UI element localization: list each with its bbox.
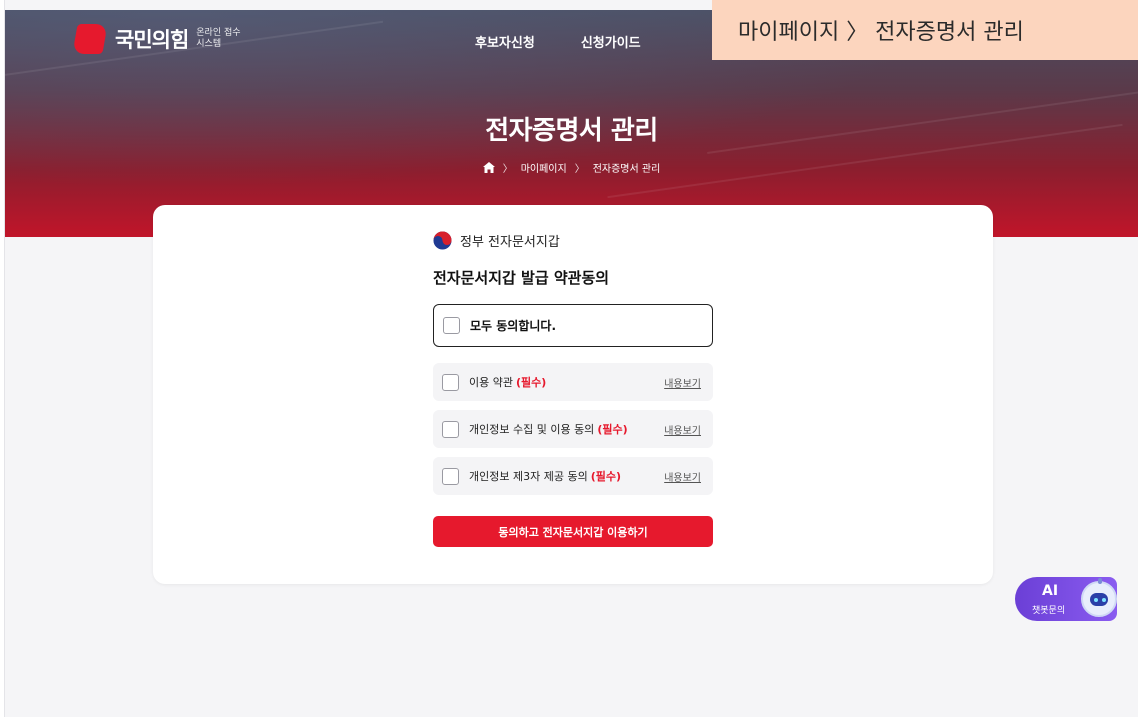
- chatbot-title: AI: [1042, 583, 1059, 599]
- gov-wallet-text: 정부 전자문서지갑: [460, 235, 560, 250]
- path-overlay: 마이페이지 〉 전자증명서 관리: [712, 0, 1138, 60]
- required-badge: (필수): [597, 423, 628, 436]
- view-details-link[interactable]: 내용보기: [664, 375, 701, 390]
- chevron-right-icon: 〉: [574, 164, 585, 175]
- term-row-privacy-collection: 개인정보 수집 및 이용 동의 (필수) 내용보기: [433, 410, 713, 448]
- gov-wallet-label: 정부 전자문서지갑: [433, 231, 560, 250]
- term-label: 개인정보 제3자 제공 동의: [469, 470, 588, 483]
- logo[interactable]: 국민의힘 온라인 접수 시스템: [72, 24, 241, 54]
- consent-card: 정부 전자문서지갑 전자문서지갑 발급 약관동의 모두 동의합니다. 이용 약관…: [153, 205, 993, 584]
- logo-subtitle: 온라인 접수 시스템: [196, 28, 241, 49]
- agree-all-checkbox[interactable]: 모두 동의합니다.: [433, 304, 713, 347]
- card-title: 전자문서지갑 발급 약관동의: [433, 269, 610, 287]
- term-label: 개인정보 수집 및 이용 동의: [469, 423, 595, 436]
- page-title: 전자증명서 관리: [485, 116, 658, 146]
- agree-all-label: 모두 동의합니다.: [470, 319, 557, 333]
- agree-and-use-button[interactable]: 동의하고 전자문서지갑 이용하기: [433, 516, 713, 547]
- chevron-right-icon: 〉: [502, 164, 513, 175]
- term-checkbox[interactable]: [442, 467, 459, 485]
- required-badge: (필수): [515, 376, 547, 389]
- chatbot-subtitle: 챗봇문의: [1032, 606, 1066, 616]
- taegeuk-icon: [433, 231, 452, 250]
- nav-item-candidate-apply[interactable]: 후보자신청: [475, 32, 535, 51]
- term-label: 이용 약관: [469, 376, 513, 389]
- home-icon[interactable]: [482, 162, 495, 173]
- ai-chatbot-button[interactable]: AI 챗봇문의: [1015, 577, 1117, 621]
- required-badge: (필수): [590, 470, 621, 483]
- term-checkbox[interactable]: [442, 373, 459, 391]
- main-nav: 후보자신청 신청가이드: [475, 32, 641, 51]
- breadcrumb-item-mypage[interactable]: 마이페이지: [521, 160, 567, 175]
- term-row-usage: 이용 약관 (필수) 내용보기: [433, 363, 713, 401]
- view-details-link[interactable]: 내용보기: [664, 422, 701, 437]
- breadcrumb: 〉 마이페이지 〉 전자증명서 관리: [5, 160, 1138, 175]
- robot-icon: [1081, 578, 1117, 617]
- nav-item-apply-guide[interactable]: 신청가이드: [581, 32, 641, 51]
- term-row-third-party: 개인정보 제3자 제공 동의 (필수) 내용보기: [433, 457, 713, 495]
- view-details-link[interactable]: 내용보기: [664, 469, 701, 484]
- logo-name: 국민의힘: [115, 28, 189, 52]
- breadcrumb-item-current: 전자증명서 관리: [592, 164, 661, 175]
- checkbox-icon[interactable]: [443, 317, 460, 334]
- logo-mark-icon: [72, 24, 108, 54]
- term-checkbox[interactable]: [442, 420, 459, 438]
